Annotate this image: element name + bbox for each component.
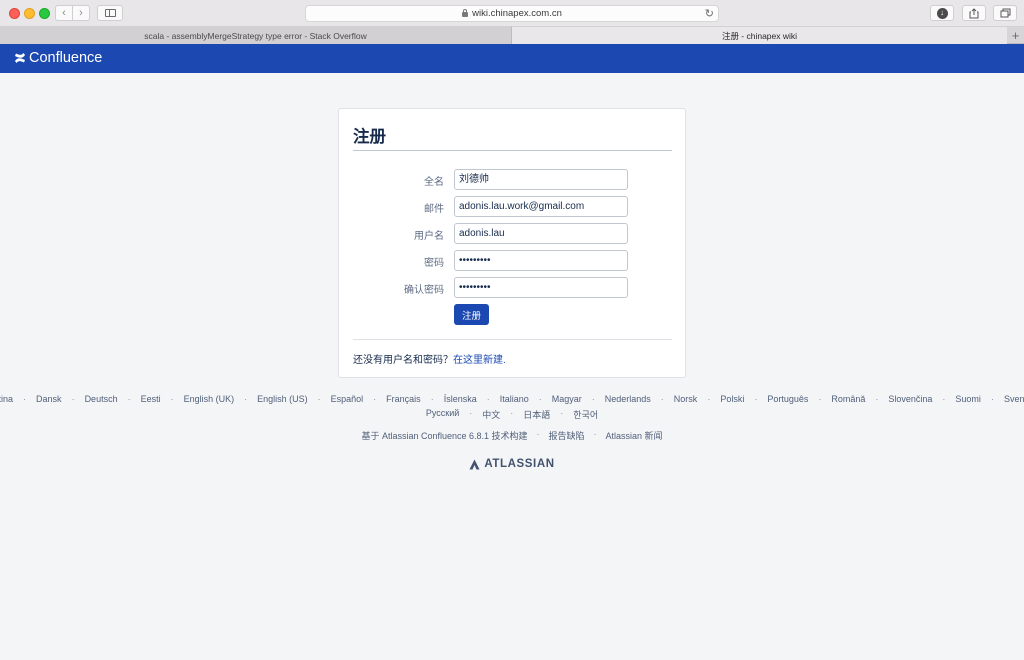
sidebar-toggle-button[interactable] (97, 5, 123, 21)
chevron-right-icon: › (79, 7, 83, 19)
signup-button[interactable]: 注册 (454, 304, 489, 325)
language-link[interactable]: Dansk (26, 394, 72, 404)
language-link[interactable]: Slovenčina (878, 394, 942, 404)
username-input[interactable]: adonis.lau (454, 223, 628, 244)
language-link[interactable]: Suomi (945, 394, 991, 404)
language-link[interactable]: 中文 (472, 408, 510, 421)
chevron-left-icon: ‹ (62, 7, 66, 19)
language-link[interactable]: 日本語 (513, 408, 560, 421)
lock-icon (462, 9, 469, 17)
atlassian-logo-text: ATLASSIAN (484, 458, 555, 470)
reload-icon[interactable]: ↻ (705, 7, 714, 20)
language-link[interactable]: Español (321, 394, 374, 404)
divider (353, 339, 672, 340)
minimize-window-button[interactable] (24, 8, 35, 19)
language-list: Čeština·Dansk·Deutsch·Eesti·English (UK)… (0, 394, 1024, 404)
password-input[interactable]: ••••••••• (454, 250, 628, 271)
footer-info: 基于 Atlassian Confluence 6.8.1 技术构建 · 报告缺… (0, 429, 1024, 442)
logo-text: Confluence (29, 50, 103, 66)
forward-button[interactable]: › (72, 5, 90, 21)
signup-panel: 注册 全名 刘德帅 邮件 adonis.lau.work@gmail.com 用… (338, 108, 686, 378)
url-text: wiki.chinapex.com.cn (472, 8, 562, 19)
sidebar-icon (105, 9, 116, 17)
atlassian-news-link[interactable]: Atlassian 新闻 (597, 429, 672, 442)
language-link[interactable]: 한국어 (563, 408, 608, 421)
language-link[interactable]: Magyar (542, 394, 592, 404)
confluence-logo[interactable]: Confluence (14, 50, 102, 66)
tab-label: 注册 - chinapex wiki (721, 30, 798, 41)
atlassian-logo[interactable]: ATLASSIAN (0, 458, 1024, 470)
username-label: 用户名 (414, 231, 444, 242)
language-link[interactable]: Français (376, 394, 431, 404)
language-link[interactable]: English (UK) (174, 394, 245, 404)
fullname-input[interactable]: 刘德帅 (454, 169, 628, 190)
close-window-button[interactable] (9, 8, 20, 19)
confirm-password-input[interactable]: ••••••••• (454, 277, 628, 298)
email-label: 邮件 (424, 204, 444, 215)
share-icon (969, 7, 979, 18)
tab-signup[interactable]: 注册 - chinapex wiki (512, 27, 1007, 44)
tab-bar: scala - assemblyMergeStrategy type error… (0, 27, 1024, 44)
email-input[interactable]: adonis.lau.work@gmail.com (454, 196, 628, 217)
show-tabs-button[interactable] (993, 5, 1017, 21)
fullname-label: 全名 (424, 177, 444, 188)
language-link[interactable]: Eesti (131, 394, 171, 404)
form-row-fullname: 全名 刘德帅 (339, 169, 687, 191)
browser-titlebar: ‹ › wiki.chinapex.com.cn ↻ ↓ (0, 0, 1024, 27)
tab-label: scala - assemblyMergeStrategy type error… (144, 30, 367, 41)
language-link[interactable]: Русский (416, 408, 469, 421)
language-link[interactable]: Português (757, 394, 818, 404)
form-row-confirm-password: 确认密码 ••••••••• (339, 277, 687, 299)
address-bar[interactable]: wiki.chinapex.com.cn ↻ (305, 5, 719, 22)
report-bug-link[interactable]: 报告缺陷 (540, 429, 594, 442)
zoom-window-button[interactable] (39, 8, 50, 19)
language-link[interactable]: Italiano (490, 394, 539, 404)
form-row-password: 密码 ••••••••• (339, 250, 687, 272)
language-link[interactable]: Norsk (664, 394, 708, 404)
powered-by-link[interactable]: 基于 Atlassian Confluence 6.8.1 技术构建 (352, 429, 536, 442)
form-row-username: 用户名 adonis.lau (339, 223, 687, 245)
language-link[interactable]: Română (821, 394, 875, 404)
create-account-note: 还没有用户名和密码？在这里新建. (353, 351, 506, 366)
share-button[interactable] (962, 5, 986, 21)
language-link[interactable]: Nederlands (595, 394, 661, 404)
create-account-text: 还没有用户名和密码？ (353, 355, 453, 366)
language-link[interactable]: Polski (710, 394, 754, 404)
language-link[interactable]: Íslenska (434, 394, 487, 404)
confirm-password-label: 确认密码 (404, 285, 444, 296)
create-account-link[interactable]: 在这里新建. (453, 355, 506, 366)
atlassian-logo-icon (469, 459, 480, 469)
password-label: 密码 (424, 258, 444, 269)
language-link[interactable]: Svenska (994, 394, 1024, 404)
language-list: Русский · 中文 · 日本語 · 한국어 (0, 408, 1024, 421)
download-icon: ↓ (936, 7, 948, 19)
form-row-email: 邮件 adonis.lau.work@gmail.com (339, 196, 687, 218)
confluence-logo-icon (15, 53, 25, 63)
divider (353, 150, 672, 151)
page-title: 注册 (353, 128, 386, 146)
app-header: Confluence (0, 44, 1024, 73)
new-tab-button[interactable]: + (1007, 27, 1024, 44)
language-link[interactable]: English (US) (247, 394, 318, 404)
tab-stackoverflow[interactable]: scala - assemblyMergeStrategy type error… (0, 27, 512, 44)
tabs-overview-icon (1000, 8, 1010, 18)
downloads-button[interactable]: ↓ (930, 5, 954, 21)
language-link[interactable]: Deutsch (75, 394, 128, 404)
language-link[interactable]: Čeština (0, 394, 23, 404)
back-button[interactable]: ‹ (55, 5, 73, 21)
